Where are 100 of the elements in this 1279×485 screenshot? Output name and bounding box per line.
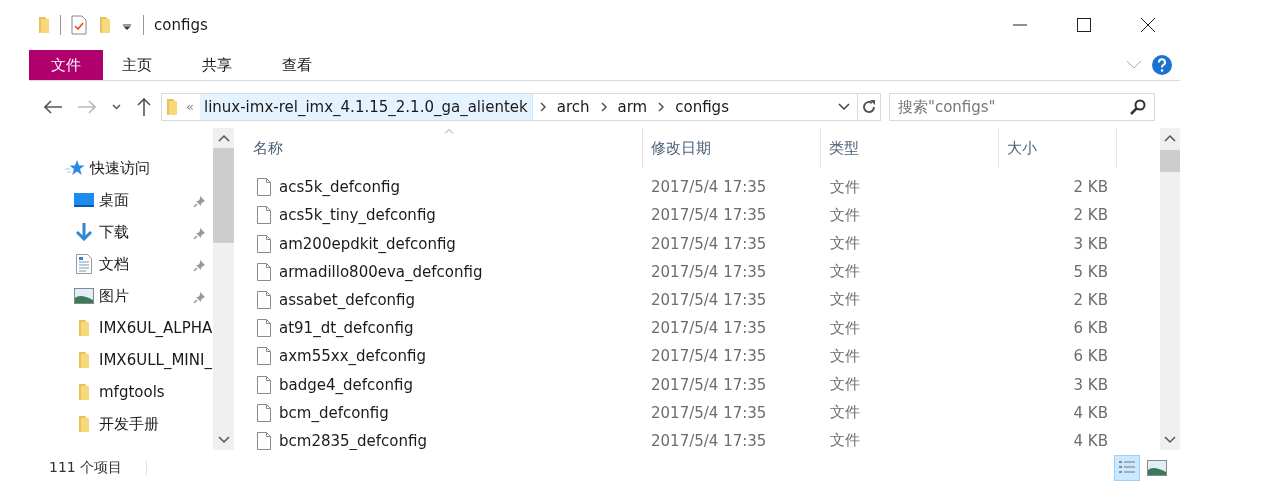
type-cell-text: 文件 <box>829 290 861 310</box>
folder-icon <box>78 319 90 338</box>
ribbon-tab[interactable]: 共享 <box>184 50 250 81</box>
size-cell-text: 6 KB <box>1072 347 1109 366</box>
file-icon <box>257 290 271 309</box>
back-arrow-icon[interactable] <box>44 99 62 114</box>
file-name[interactable]: bcm2835_defconfig <box>279 431 427 450</box>
file-name[interactable]: at91_dt_defconfig <box>279 319 414 338</box>
sidebar-item[interactable]: 快速访问 <box>90 158 150 178</box>
sidebar-scrollbar[interactable] <box>213 128 234 451</box>
document-icon <box>76 254 92 275</box>
window-title: configs <box>154 16 208 35</box>
chevron-right-icon[interactable] <box>538 101 547 112</box>
size-cell-text: 2 KB <box>1072 290 1109 309</box>
date-cell-text: 2017/5/4 17:35 <box>650 262 768 281</box>
size-cell-text: 6 KB <box>1072 319 1109 338</box>
star-icon <box>65 159 85 178</box>
overflow-chevron[interactable]: « <box>186 99 194 115</box>
maximize-icon[interactable] <box>1077 18 1091 33</box>
picture-icon <box>1147 459 1167 476</box>
file-icon <box>257 347 271 366</box>
close-icon[interactable] <box>1141 18 1155 33</box>
file-menu-tab[interactable]: 文件 <box>29 50 103 81</box>
folder-icon <box>78 351 90 370</box>
sidebar-item[interactable]: 文档 <box>99 254 129 274</box>
type-cell-text: 文件 <box>829 403 861 423</box>
size-cell-text: 4 KB <box>1072 403 1109 422</box>
up-arrow-icon[interactable] <box>137 97 151 116</box>
type-cell-text: 文件 <box>829 205 861 225</box>
folder-icon <box>78 383 90 402</box>
date-cell-text: 2017/5/4 17:35 <box>650 375 768 394</box>
breadcrumb[interactable]: arm <box>613 93 652 120</box>
scrollbar-thumb[interactable] <box>1160 150 1180 173</box>
chevron-right-icon[interactable] <box>599 101 608 112</box>
recent-locations-icon[interactable] <box>112 103 121 110</box>
file-name[interactable]: badge4_defconfig <box>279 375 413 394</box>
file-name[interactable]: axm55xx_defconfig <box>279 347 426 366</box>
file-icon <box>257 178 271 197</box>
size-cell-text: 5 KB <box>1072 262 1109 281</box>
address-bar[interactable]: « linux-imx-rel_imx_4.1.15_2.1.0_ga_alientek arch arm configs <box>161 92 881 121</box>
column-header[interactable]: 修改日期 <box>643 128 821 169</box>
file-name[interactable]: am200epdkit_defconfig <box>279 234 456 253</box>
folder-icon <box>78 415 90 434</box>
date-cell-text: 2017/5/4 17:35 <box>650 347 768 366</box>
type-cell-text: 文件 <box>829 234 861 254</box>
date-cell-text: 2017/5/4 17:35 <box>650 290 768 309</box>
scroll-up-icon[interactable] <box>217 134 230 143</box>
date-cell-text: 2017/5/4 17:35 <box>650 234 768 253</box>
chevron-right-icon[interactable] <box>657 101 666 112</box>
scrollbar-thumb[interactable] <box>213 148 234 244</box>
file-name[interactable]: assabet_defconfig <box>279 290 416 309</box>
dropdown-chevron-icon[interactable] <box>838 102 850 111</box>
help-icon[interactable] <box>1152 55 1172 76</box>
file-name[interactable]: armadillo800eva_defconfig <box>279 262 483 281</box>
column-header[interactable]: 名称 <box>245 128 643 169</box>
ribbon-tab[interactable]: 查看 <box>264 50 330 81</box>
size-cell-text: 3 KB <box>1072 234 1109 253</box>
sidebar-item[interactable]: mfgtools <box>99 383 165 402</box>
location-folder-icon <box>166 97 178 116</box>
search-field[interactable]: 搜索"configs" <box>889 92 1155 121</box>
size-cell-text: 3 KB <box>1072 375 1109 394</box>
date-cell-text: 2017/5/4 17:35 <box>650 403 768 422</box>
breadcrumb[interactable]: linux-imx-rel_imx_4.1.15_2.1.0_ga_alientek <box>199 93 533 120</box>
details-view-button[interactable] <box>1114 454 1140 481</box>
size-cell-text: 2 KB <box>1072 178 1109 197</box>
date-cell-text: 2017/5/4 17:35 <box>650 431 768 450</box>
folder-icon <box>38 16 50 35</box>
file-name[interactable]: acs5k_tiny_defconfig <box>279 206 436 225</box>
sidebar-item[interactable]: IMX6UL_ALPHA <box>99 319 213 338</box>
refresh-icon[interactable] <box>861 98 877 115</box>
size-cell-text: 4 KB <box>1072 431 1109 450</box>
type-cell-text: 文件 <box>829 431 861 451</box>
scroll-up-icon[interactable] <box>1164 134 1176 143</box>
item-count: 111 个项目 <box>49 458 123 477</box>
search-icon <box>1130 98 1146 115</box>
file-icon <box>257 431 271 450</box>
sidebar-item[interactable]: 下载 <box>99 222 129 242</box>
file-name[interactable]: bcm_defconfig <box>279 403 389 422</box>
ribbon-tab[interactable]: 主页 <box>104 50 170 81</box>
type-cell-text: 文件 <box>829 262 861 282</box>
file-name[interactable]: acs5k_defconfig <box>279 178 400 197</box>
type-cell-text: 文件 <box>829 375 861 394</box>
column-header[interactable]: 类型 <box>821 128 999 169</box>
date-cell-text: 2017/5/4 17:35 <box>650 319 768 338</box>
sidebar-item[interactable]: 图片 <box>99 286 129 306</box>
scroll-down-icon[interactable] <box>1164 436 1176 445</box>
file-list-scrollbar[interactable] <box>1160 128 1180 451</box>
download-arrow-icon <box>76 223 92 242</box>
properties-icon[interactable] <box>71 15 87 36</box>
breadcrumb[interactable]: arch <box>552 93 594 120</box>
sidebar-item[interactable]: 桌面 <box>99 190 129 210</box>
sidebar-item[interactable]: IMX6ULL_MINI_ <box>99 351 212 370</box>
breadcrumb[interactable]: configs <box>671 93 733 120</box>
picture-icon <box>74 288 94 305</box>
scroll-down-icon[interactable] <box>217 436 230 445</box>
file-icon <box>257 262 271 281</box>
size-cell-text: 2 KB <box>1072 206 1109 225</box>
date-cell-text: 2017/5/4 17:35 <box>650 178 768 197</box>
column-header[interactable]: 大小 <box>999 128 1117 169</box>
sidebar-item[interactable]: 开发手册 <box>99 414 159 434</box>
